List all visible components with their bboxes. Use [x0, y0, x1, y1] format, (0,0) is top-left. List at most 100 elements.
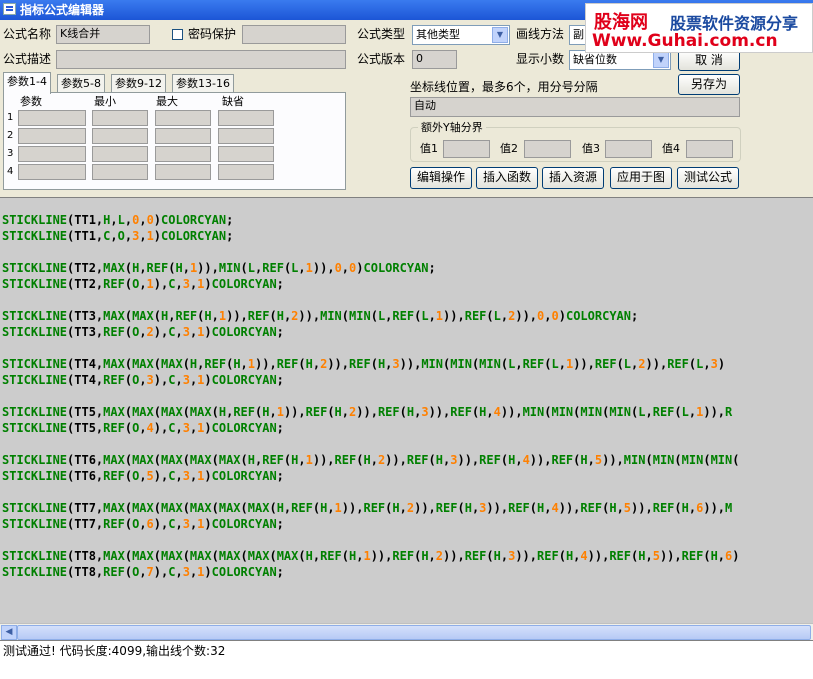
code-punct: ,	[139, 373, 147, 387]
insert-resource-button[interactable]: 插入资源	[542, 167, 604, 189]
param-max-input[interactable]	[155, 146, 211, 162]
param-max-input[interactable]	[155, 164, 211, 180]
value4-input[interactable]	[686, 140, 733, 158]
chevron-down-icon[interactable]: ▼	[492, 27, 508, 43]
code-keyword: L	[117, 213, 125, 227]
formula-type-select[interactable]: 其他类型 ▼	[412, 25, 510, 45]
code-punct: )),	[443, 309, 465, 323]
param-name-input[interactable]	[18, 128, 86, 144]
param-default-input[interactable]	[218, 110, 274, 126]
decimals-value: 缺省位数	[573, 53, 617, 66]
param-min-input[interactable]	[92, 128, 148, 144]
tab-params-5-8[interactable]: 参数5-8	[57, 74, 105, 93]
code-punct: ,	[175, 325, 183, 339]
code-number: 1	[146, 229, 154, 243]
tab-params-13-16[interactable]: 参数13-16	[172, 74, 234, 93]
code-number: 7	[146, 565, 154, 579]
password-checkbox[interactable]	[172, 29, 183, 40]
code-punct: (TT8,	[67, 549, 104, 563]
param-min-input[interactable]	[92, 164, 148, 180]
param-max-input[interactable]	[155, 110, 211, 126]
coord-lines-label: 坐标线位置，最多6个，用分号分隔	[410, 80, 598, 94]
code-punct: )	[356, 261, 364, 275]
code-keyword: REF	[435, 501, 458, 515]
code-line: STICKLINE(TT6,MAX(MAX(MAX(MAX(MAX(H,REF(…	[2, 452, 739, 468]
code-punct: )),	[602, 453, 624, 467]
insert-function-button[interactable]: 插入函数	[476, 167, 538, 189]
apply-to-chart-button[interactable]: 应用于图	[610, 167, 672, 189]
code-keyword: REF	[464, 309, 487, 323]
code-keyword: STICKLINE	[2, 277, 68, 291]
code-number: 3	[182, 421, 190, 435]
formula-version-input[interactable]: 0	[412, 50, 457, 69]
chevron-down-icon[interactable]: ▼	[653, 52, 669, 68]
code-keyword: REF	[262, 261, 284, 275]
horizontal-scrollbar[interactable]: ◀	[0, 623, 813, 640]
param-name-input[interactable]	[18, 110, 86, 126]
param-max-input[interactable]	[155, 128, 211, 144]
edit-ops-button[interactable]: 编辑操作	[410, 167, 472, 189]
code-punct: )),	[645, 357, 668, 371]
code-punct: ,	[717, 549, 726, 563]
password-input[interactable]	[242, 25, 346, 44]
param-name-input[interactable]	[18, 146, 86, 162]
param-min-input[interactable]	[92, 146, 148, 162]
code-punct: ,	[175, 421, 183, 435]
decimals-select[interactable]: 缺省位数 ▼	[569, 50, 671, 70]
code-punct: (	[211, 453, 219, 467]
code-keyword: STICKLINE	[2, 469, 68, 483]
scrollbar-thumb[interactable]	[17, 625, 811, 640]
code-keyword: STICKLINE	[2, 421, 68, 435]
code-keyword: STICKLINE	[2, 549, 68, 563]
param-default-input[interactable]	[218, 146, 274, 162]
value2-input[interactable]	[524, 140, 571, 158]
code-punct: (	[428, 453, 436, 467]
code-editor[interactable]: STICKLINE(TT1,H,L,0,0)COLORCYAN; STICKLIN…	[0, 197, 813, 623]
code-punct: (TT1,	[67, 229, 104, 243]
code-keyword: MIN	[580, 405, 603, 419]
tab-params-1-4[interactable]: 参数1-4	[3, 72, 51, 94]
param-default-input[interactable]	[218, 128, 274, 144]
code-keyword: STICKLINE	[2, 501, 68, 515]
param-row-number: 1	[7, 112, 14, 123]
code-keyword: REF	[334, 453, 357, 467]
formula-desc-input[interactable]	[56, 50, 346, 69]
param-default-input[interactable]	[218, 164, 274, 180]
code-keyword: REF	[103, 565, 125, 579]
code-punct: )),	[283, 405, 306, 419]
code-keyword: R	[725, 405, 733, 419]
code-punct: (	[182, 453, 190, 467]
code-keyword: MAX	[161, 357, 183, 371]
code-punct: (	[703, 549, 711, 563]
formula-name-input[interactable]: K线合并	[56, 25, 150, 44]
save-as-button[interactable]: 另存为	[678, 74, 740, 95]
code-punct: (	[240, 261, 248, 275]
value1-input[interactable]	[443, 140, 490, 158]
code-punct: ,	[110, 213, 118, 227]
cancel-button[interactable]: 取 消	[678, 50, 740, 71]
scroll-left-icon[interactable]: ◀	[1, 625, 17, 640]
extra-y-axis-title: 额外Y轴分界	[418, 119, 486, 137]
code-keyword: H	[175, 261, 183, 275]
param-name-input[interactable]	[18, 164, 86, 180]
code-punct: ,	[124, 229, 133, 243]
code-keyword: MAX	[189, 501, 212, 515]
code-keyword: H	[233, 357, 241, 371]
code-number: 5	[146, 469, 154, 483]
code-keyword: REF	[551, 453, 574, 467]
code-punct: )),	[327, 357, 350, 371]
watermark-logo: 股海网 股票软件资源分享 Www.Guhai.com.cn	[585, 3, 813, 53]
test-formula-button[interactable]: 测试公式	[677, 167, 739, 189]
code-punct: )	[717, 357, 726, 371]
param-min-input[interactable]	[92, 110, 148, 126]
tab-params-9-12[interactable]: 参数9-12	[111, 74, 166, 93]
coord-lines-input[interactable]: 自动	[410, 97, 740, 117]
code-keyword: STICKLINE	[2, 229, 68, 243]
code-keyword: L	[247, 261, 256, 275]
code-punct: (	[124, 517, 133, 531]
code-number: 1	[305, 261, 313, 275]
value3-input[interactable]	[605, 140, 652, 158]
code-punct: ,	[558, 357, 566, 371]
window-title: 指标公式编辑器	[20, 3, 105, 17]
code-punct: (TT2,	[67, 277, 104, 291]
